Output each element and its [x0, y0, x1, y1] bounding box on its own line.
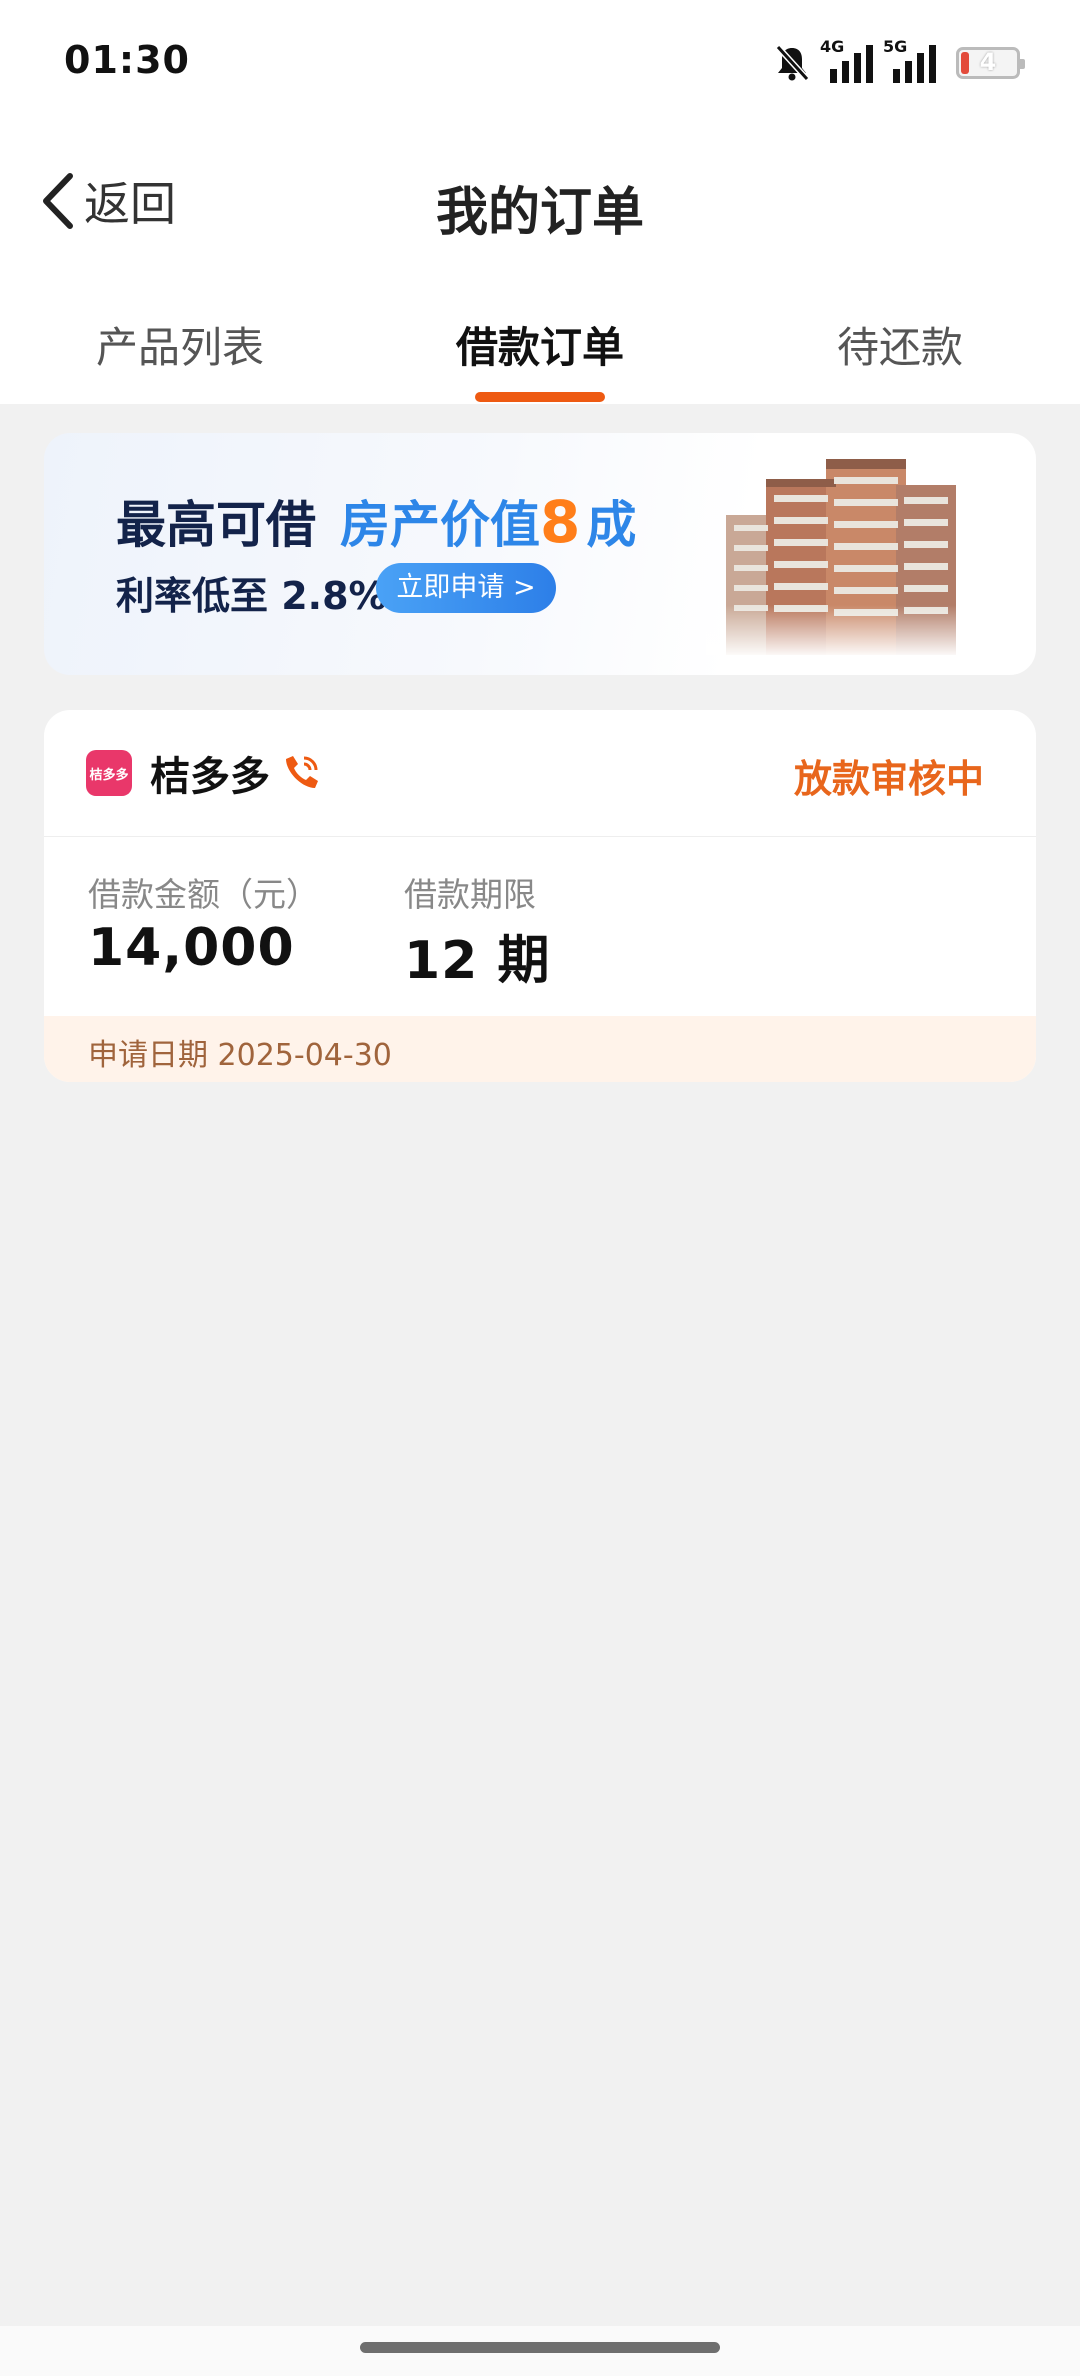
loan-amount-label: 借款金额（元） [88, 875, 319, 914]
lender-logo-text: 桔多多 [89, 768, 129, 783]
active-tab-indicator [475, 392, 605, 402]
apply-now-button[interactable]: 立即申请 > [376, 563, 556, 613]
page-title: 我的订单 [435, 183, 644, 243]
banner-headline-suffix: 成 [586, 496, 637, 554]
loan-amount-value: 14,000 [88, 918, 295, 978]
loan-order-card[interactable]: 桔多多 桔多多 放款审核中 借款金额（元） 14,000 借款期限 12 期 申… [44, 710, 1036, 1082]
banner-headline: 最高可借 房产价值8 成 [116, 485, 636, 557]
banner-headline-prefix: 最高可借 [116, 496, 316, 554]
loan-term-label: 借款期限 [404, 875, 536, 914]
tab-product-list[interactable]: 产品列表 [50, 314, 310, 375]
loan-term-value: 12 期 [404, 931, 551, 991]
status-time: 01:30 [64, 38, 190, 82]
status-icons: 4G 5G 4 [774, 37, 1025, 86]
signal-5g-icon: 5G [883, 37, 936, 83]
banner-headline-highlight: 房产价值 [340, 496, 540, 554]
tab-loan-orders[interactable]: 借款订单 [410, 314, 670, 375]
lender-logo: 桔多多 [86, 750, 132, 796]
lender-name: 桔多多 [150, 754, 270, 800]
battery-icon: 4 [956, 47, 1025, 79]
network-label-4g: 4G [820, 37, 845, 56]
phone-icon[interactable] [282, 752, 322, 792]
banner-headline-number: 8 [540, 488, 581, 556]
apply-date: 申请日期 2025-04-30 [88, 1038, 392, 1073]
bell-muted-icon [775, 44, 810, 82]
order-card-header: 桔多多 桔多多 放款审核中 [44, 710, 1036, 837]
home-indicator[interactable] [360, 2342, 720, 2353]
order-status-badge: 放款审核中 [793, 757, 984, 801]
network-label-5g: 5G [883, 37, 908, 56]
battery-level: 4 [979, 48, 997, 76]
tab-bar: 产品列表 借款订单 待还款 [0, 300, 1080, 402]
order-card-footer: 申请日期 2025-04-30 [44, 1016, 1036, 1082]
promo-banner[interactable]: 最高可借 房产价值8 成 利率低至 2.8% 立即申请 > [44, 433, 1036, 675]
tab-pending-repayment[interactable]: 待还款 [770, 314, 1030, 375]
building-illustration [706, 455, 966, 655]
signal-4g-icon: 4G [820, 37, 873, 83]
banner-rate-text: 利率低至 2.8% [116, 574, 387, 618]
